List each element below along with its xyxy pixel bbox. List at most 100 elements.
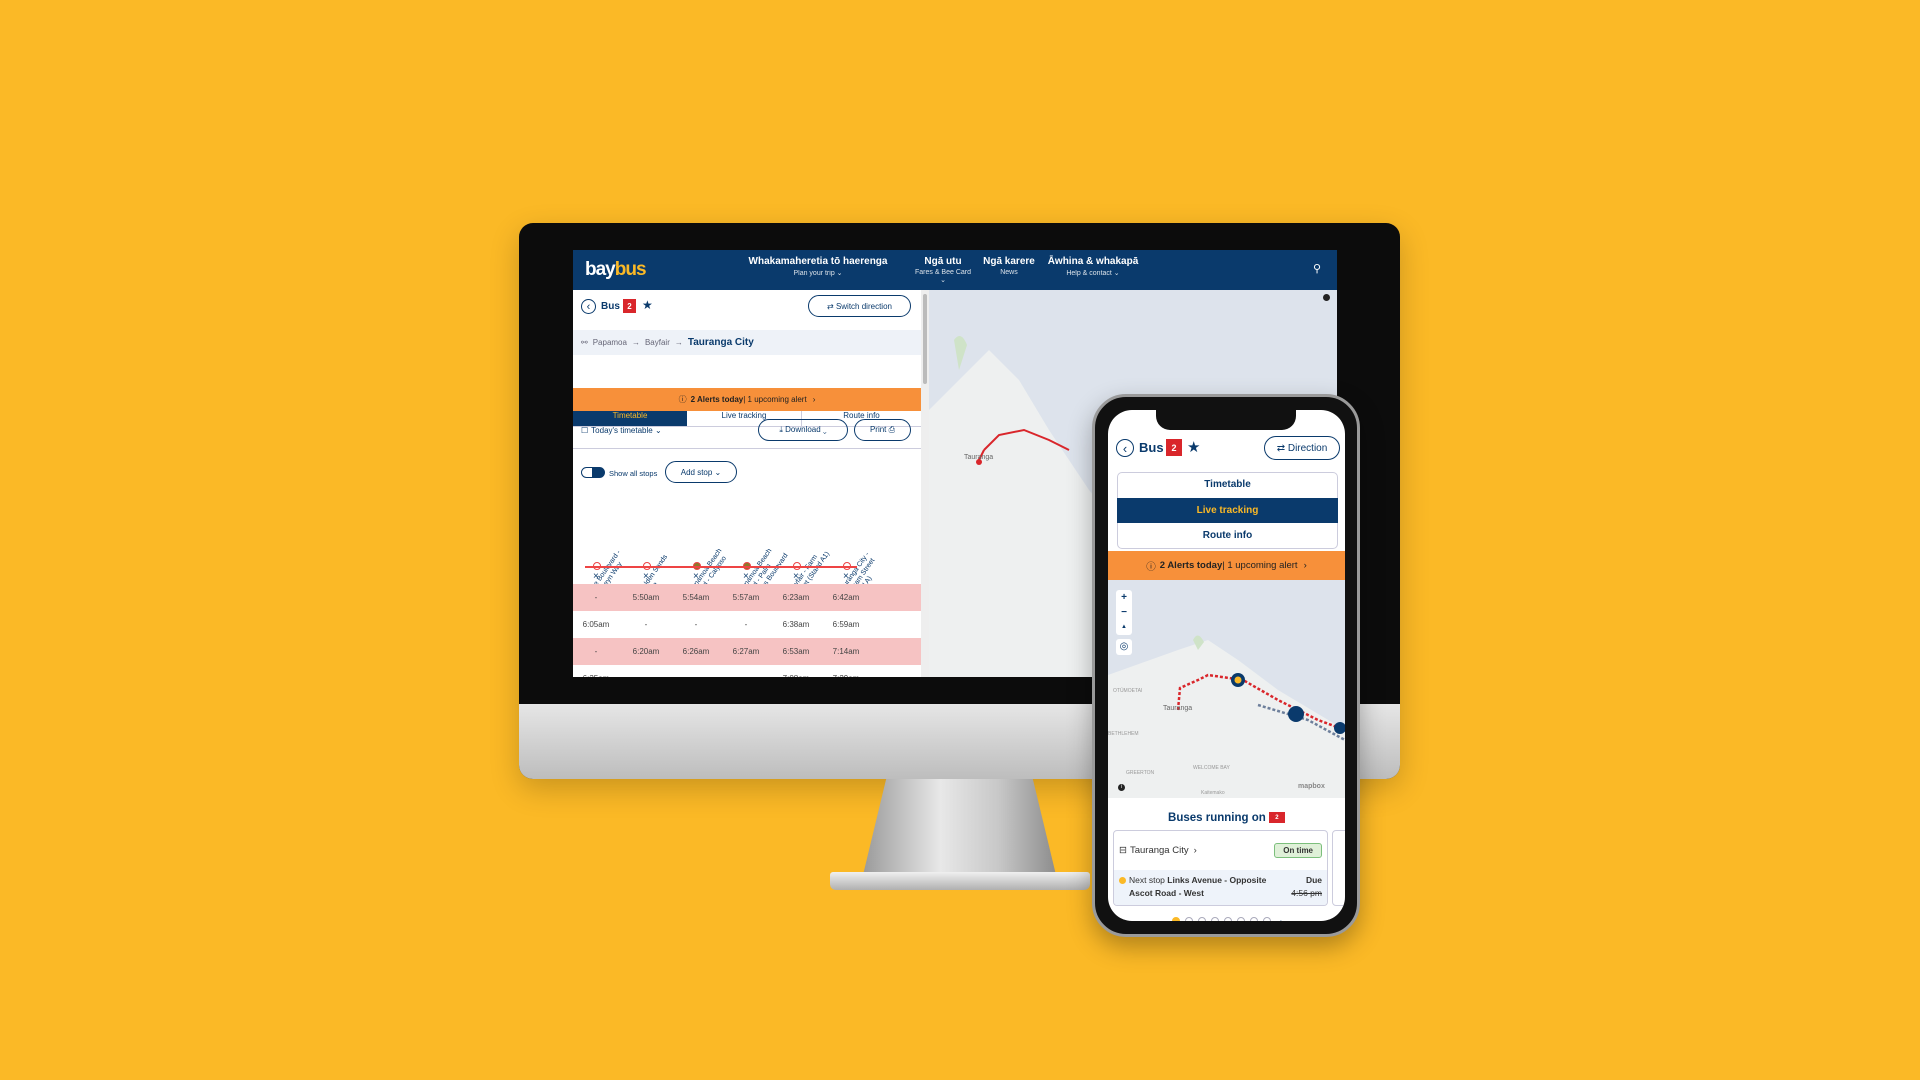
due-label: Due	[1305, 875, 1322, 885]
switch-direction-button[interactable]: ⇄ Switch direction	[808, 295, 911, 317]
timetable-select[interactable]: ☐ Today's timetable ⌄	[581, 426, 662, 435]
map-label: Tauranga	[1163, 705, 1193, 712]
alert-upcoming: | 1 upcoming alert	[1222, 560, 1298, 571]
map-label: Tauranga	[964, 454, 994, 461]
favorite-star-icon[interactable]: ★	[1187, 438, 1200, 456]
alert-count: 2 Alerts today	[690, 395, 744, 404]
time-cell: 6:53am	[782, 647, 810, 656]
baybus-logo[interactable]: baybus	[585, 259, 647, 281]
alert-banner[interactable]: ⓘ 2 Alerts today | 1 upcoming alert ›	[573, 388, 921, 411]
panel-scrollbar[interactable]	[921, 290, 929, 677]
phone-map[interactable]: + − ▲ ◎ Tauranga OTŪMOETAI BETHLEHEM GRE…	[1108, 580, 1345, 798]
pagination-dot[interactable]	[1211, 917, 1220, 921]
remove-stop-icon[interactable]: ×	[593, 571, 599, 582]
pagination-dot[interactable]	[1198, 917, 1207, 921]
nav-label: Whakamaheretia tō haerenga	[748, 256, 888, 267]
locate-icon[interactable]: ◎	[1116, 639, 1132, 655]
calendar-icon: ☐	[581, 426, 589, 435]
remove-stop-icon[interactable]: ×	[843, 571, 849, 582]
route-panel: ‹ Bus 2 ★ ⇄ Switch direction ⚯ Papamoa →…	[573, 290, 921, 677]
show-all-stops-toggle[interactable]	[581, 467, 605, 478]
chevron-right-icon[interactable]: ›	[1280, 917, 1283, 921]
timetable-select-label: Today's timetable ⌄	[591, 426, 662, 435]
back-button[interactable]: ‹	[581, 299, 596, 314]
remove-stop-icon[interactable]: ×	[743, 571, 749, 582]
nav-sublabel: Plan your trip ⌄	[793, 270, 843, 277]
breadcrumb-via: Bayfair	[644, 338, 670, 347]
nav-sublabel: Fares & Bee Card ⌄	[914, 269, 972, 284]
phone: ‹ Bus 2 ★ ⇄ Direction Timetable Live tra…	[1092, 394, 1360, 937]
remove-stop-icon[interactable]: ×	[643, 571, 649, 582]
alert-icon: ⓘ	[1146, 561, 1156, 573]
nav-fares[interactable]: Ngā utu Fares & Bee Card ⌄	[913, 256, 973, 284]
nav-sublabel: Help & contact ⌄	[1066, 270, 1120, 277]
time-cell: 5:57am	[732, 593, 760, 602]
map-label: GREERTON	[1126, 770, 1155, 776]
time-cell: 7:08am	[783, 674, 810, 677]
info-icon[interactable]	[1323, 294, 1330, 301]
time-cell: -	[594, 647, 598, 656]
map-label: BETHLEHEM	[1108, 731, 1139, 737]
table-row[interactable]: - 6:20am 6:26am 6:27am 6:53am 7:14am	[573, 638, 921, 665]
arrow-right-icon: →	[674, 338, 683, 347]
arrow-right-icon: →	[631, 338, 640, 347]
next-stop-dot-icon	[1119, 877, 1126, 884]
pagination-dot[interactable]	[1172, 917, 1181, 921]
table-row[interactable]: 6:35am 7:08am 7:29am	[573, 665, 921, 677]
nav-label: Āwhina & whakapā	[1047, 256, 1139, 267]
favorite-star-icon[interactable]: ★	[642, 298, 653, 312]
mapbox-attribution: mapbox	[1298, 783, 1325, 790]
chevron-right-icon: ›	[812, 395, 816, 404]
time-cell: 6:27am	[732, 647, 760, 656]
route-number-badge: 2	[1166, 439, 1182, 456]
nav-help[interactable]: Āwhina & whakapā Help & contact ⌄	[1043, 256, 1143, 277]
phone-screen: ‹ Bus 2 ★ ⇄ Direction Timetable Live tra…	[1108, 410, 1345, 921]
chevron-left-icon: ‹	[586, 300, 591, 313]
time-cell: 5:50am	[632, 593, 660, 602]
direction-button[interactable]: ⇄ Direction	[1264, 436, 1340, 460]
pagination-dot[interactable]	[1224, 917, 1233, 921]
nav-plan-trip[interactable]: Whakamaheretia tō haerenga Plan your trip…	[733, 256, 903, 277]
next-bus-card-peek[interactable]	[1332, 830, 1345, 906]
print-button[interactable]: Print ⎙	[854, 419, 911, 441]
remove-stop-icon[interactable]: ×	[693, 571, 699, 582]
monitor-stand	[863, 779, 1056, 875]
pagination-dot[interactable]	[1237, 917, 1246, 921]
add-stop-button[interactable]: Add stop ⌄	[665, 461, 737, 483]
route-number-badge: 2	[623, 299, 636, 313]
map-label: Kaitemako	[1201, 790, 1225, 796]
nav-news[interactable]: Ngā karere News	[981, 256, 1037, 276]
breadcrumb: ⚯ Papamoa → Bayfair → Tauranga City	[573, 330, 921, 355]
tab-live-tracking[interactable]: Live tracking	[1117, 498, 1338, 523]
logo-text-accent: bus	[614, 259, 647, 280]
logo-text: bay	[585, 259, 616, 280]
tab-timetable[interactable]: Timetable	[1117, 472, 1338, 497]
table-row[interactable]: - 5:50am 5:54am 5:57am 6:23am 6:42am	[573, 584, 921, 611]
remove-stop-icon[interactable]: ×	[793, 571, 799, 582]
chevron-right-icon: ›	[1193, 845, 1197, 856]
table-row[interactable]: 6:05am - - - 6:38am 6:59am	[573, 611, 921, 638]
time-cell: 6:23am	[782, 593, 810, 602]
chevron-left-icon: ‹	[1122, 440, 1128, 456]
map-label: WELCOME BAY	[1193, 765, 1230, 771]
search-icon[interactable]: ⚲	[1313, 262, 1321, 275]
tab-route-info[interactable]: Route info	[1117, 523, 1338, 548]
pagination-dot[interactable]	[1250, 917, 1259, 921]
next-stop-label: Next stop	[1129, 875, 1168, 885]
route-line	[585, 566, 857, 568]
zoom-out-button[interactable]: −	[1116, 605, 1132, 620]
compass-icon[interactable]: ▲	[1116, 620, 1132, 635]
pagination-dot[interactable]	[1185, 917, 1194, 921]
on-time-badge: On time	[1274, 843, 1322, 858]
alert-banner[interactable]: ⓘ 2 Alerts today | 1 upcoming alert ›	[1108, 551, 1345, 580]
info-icon[interactable]: i	[1118, 784, 1125, 791]
bus-card[interactable]: ⊟ Tauranga City › On time Next stop Link…	[1113, 830, 1328, 906]
breadcrumb-to: Tauranga City	[687, 337, 754, 348]
back-button[interactable]: ‹	[1116, 439, 1134, 457]
alert-icon: ⓘ	[678, 395, 687, 404]
zoom-in-button[interactable]: +	[1116, 590, 1132, 605]
card-pagination: ›	[1108, 917, 1345, 921]
download-button[interactable]: ⤓ Download ⌄	[758, 419, 848, 441]
scheduled-time: 4:56 pm	[1291, 888, 1322, 898]
pagination-dot[interactable]	[1263, 917, 1272, 921]
